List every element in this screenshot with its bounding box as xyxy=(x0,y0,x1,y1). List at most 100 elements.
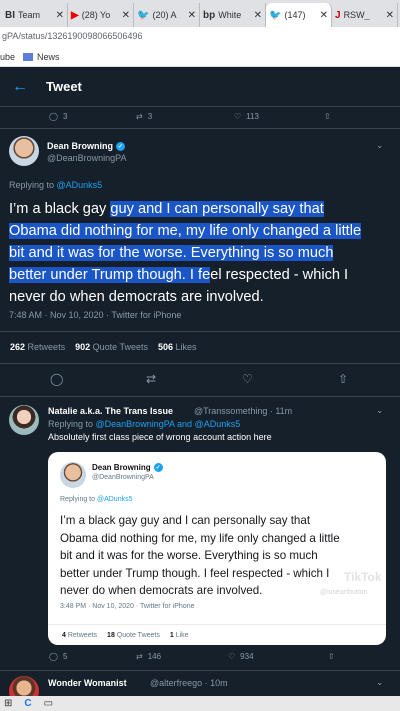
tab-title: Team xyxy=(18,10,41,20)
heart-icon: ♡ xyxy=(228,652,236,661)
retweets-label: Retweets xyxy=(27,342,66,352)
arrow-left-icon[interactable]: ← xyxy=(12,78,28,96)
likes-count: 506 xyxy=(158,342,174,352)
chevron-down-icon[interactable]: ⌄ xyxy=(376,677,384,688)
divider xyxy=(0,670,400,671)
embedded-author-handle: @DeanBrowningPA xyxy=(92,474,154,481)
like-button[interactable]: ♡ 113 xyxy=(234,112,324,121)
browser-app-icon[interactable]: C xyxy=(24,698,31,709)
reply-text: Absolutely first class piece of wrong ac… xyxy=(48,432,272,442)
tab-favicon-icon: J xyxy=(335,9,341,21)
verified-icon: ✓ xyxy=(116,141,126,151)
author-handle[interactable]: @alterfreego · 10m xyxy=(150,678,228,688)
embedded-likes-label: Like xyxy=(175,632,189,639)
browser-tab-2[interactable]: 🐦 (20) A ✕ xyxy=(134,3,200,27)
retweet-icon: ⇄ xyxy=(136,112,143,121)
retweet-icon[interactable]: ⇄ xyxy=(146,372,242,386)
browser-tab-4[interactable]: 🐦 (147) ✕ xyxy=(266,3,332,27)
retweet-icon: ⇄ xyxy=(136,652,143,661)
close-icon[interactable]: ✕ xyxy=(386,10,394,21)
tweet-text-highlight: bit and it was for the worse. Everything… xyxy=(9,245,334,261)
embedded-text-line: I’m a black gay guy and I can personally… xyxy=(60,514,311,527)
news-icon xyxy=(23,52,34,61)
likes-stat[interactable]: 506 Likes xyxy=(158,342,197,352)
close-icon[interactable]: ✕ xyxy=(254,10,262,21)
reply-to-link[interactable]: @DeanBrowningPA and @ADunks5 xyxy=(96,419,241,429)
embedded-reply-prefix: Replying to xyxy=(60,496,97,503)
browser-tab-1[interactable]: ▶ (28) Yo ✕ xyxy=(68,3,134,27)
tweet-text-part: never do when democrats are involved. xyxy=(9,289,264,305)
tweet-text-highlight: guy and I can personally say that xyxy=(110,201,324,217)
divider xyxy=(0,128,400,129)
share-button[interactable]: ⇧ xyxy=(324,112,331,121)
bookmark-item[interactable]: ube xyxy=(0,52,15,62)
avatar[interactable] xyxy=(9,136,39,166)
close-icon[interactable]: ✕ xyxy=(188,10,196,21)
reply-count: 5 xyxy=(62,652,68,661)
divider xyxy=(0,331,400,332)
like-count: 934 xyxy=(240,652,254,661)
quotes-stat[interactable]: 902 Quote Tweets xyxy=(75,342,148,352)
reply-to-prefix: Replying to xyxy=(9,180,57,190)
address-bar[interactable]: gPA/status/1326190098066506496 xyxy=(0,27,400,47)
author-handle[interactable]: @DeanBrowningPA xyxy=(47,153,127,163)
tab-favicon-icon: 🐦 xyxy=(137,9,150,21)
chevron-down-icon[interactable]: ⌄ xyxy=(376,405,384,416)
taskbar-app-icon[interactable]: ▭ xyxy=(44,698,53,709)
avatar[interactable] xyxy=(9,405,39,435)
author-name-text: Dean Browning xyxy=(47,141,114,151)
retweet-button[interactable]: ⇄ 146 xyxy=(136,652,228,661)
reply-to-line: Replying to @DeanBrowningPA and @ADunks5 xyxy=(48,419,240,429)
reply-icon[interactable]: ◯ xyxy=(50,372,146,386)
reply-icon: ◯ xyxy=(49,652,58,661)
tiktok-watermark: ♪ TikTok @iuseartbutton xyxy=(320,545,396,605)
embedded-stats: 4 Retweets 18 Quote Tweets 1 Like xyxy=(62,632,189,639)
browser-tab-0[interactable]: BI Team ✕ xyxy=(2,3,68,27)
bookmarks-bar: ube News xyxy=(0,47,400,67)
embedded-retweets-label: Retweets xyxy=(67,632,98,639)
reply-tweet-actions: ◯ 5 ⇄ 146 ♡ 934 ⇧ xyxy=(49,652,379,661)
tweet-text-highlight: Obama did nothing for me, my life only c… xyxy=(9,223,362,239)
tweet-text-part: el respected - which I xyxy=(210,267,349,283)
embedded-quotes-count: 18 xyxy=(107,632,115,639)
reply-to-prefix: Replying to xyxy=(48,419,96,429)
reply-to-link[interactable]: @ADunks5 xyxy=(57,180,103,190)
windows-start-icon[interactable]: ⊞ xyxy=(4,698,12,709)
retweets-stat[interactable]: 262 Retweets xyxy=(10,342,65,352)
reply-button[interactable]: ◯ 3 xyxy=(49,112,136,121)
share-button[interactable]: ⇧ xyxy=(328,652,335,661)
browser-tab-bar: BI Team ✕ ▶ (28) Yo ✕ 🐦 (20) A ✕ bp White ✕ 🐦 (14… xyxy=(0,0,400,27)
like-button[interactable]: ♡ 934 xyxy=(228,652,328,661)
embedded-likes-count: 1 xyxy=(169,632,174,639)
browser-tab-3[interactable]: bp White ✕ xyxy=(200,3,266,27)
author-handle[interactable]: @Transsomething · 11m xyxy=(194,406,292,416)
embedded-retweets-count: 4 xyxy=(62,632,66,639)
tweet-timestamp[interactable]: 7:48 AM · Nov 10, 2020 · Twitter for iPh… xyxy=(9,310,181,320)
author-name[interactable]: Wonder Womanist xyxy=(48,678,127,688)
main-tweet-actions: ◯ ⇄ ♡ ⇧ xyxy=(50,372,348,386)
author-name[interactable]: Dean Browning ✓ xyxy=(47,141,126,151)
tiktok-wordmark: TikTok xyxy=(344,570,382,584)
author-name[interactable]: Natalie a.k.a. The Trans Issue xyxy=(48,406,173,416)
chevron-down-icon[interactable]: ⌄ xyxy=(376,140,384,151)
reply-count: 3 xyxy=(62,112,68,121)
tab-favicon-icon: ▶ xyxy=(71,9,79,21)
retweets-count: 262 xyxy=(10,342,26,352)
close-icon[interactable]: ✕ xyxy=(56,10,64,21)
tweet-text: I’m a black gay guy and I can personally… xyxy=(9,198,394,308)
bookmark-label: News xyxy=(37,51,60,62)
tiktok-username: @iuseartbutton xyxy=(320,589,368,596)
share-icon: ⇧ xyxy=(324,112,331,121)
like-count: 113 xyxy=(246,112,259,121)
bookmark-news[interactable]: News xyxy=(23,52,60,62)
share-icon[interactable]: ⇧ xyxy=(338,372,348,386)
quotes-count: 902 xyxy=(75,342,91,352)
close-icon[interactable]: ✕ xyxy=(122,10,130,21)
tab-title: (20) A xyxy=(152,10,177,20)
reply-button[interactable]: ◯ 5 xyxy=(49,652,136,661)
divider xyxy=(48,624,386,625)
close-icon[interactable]: ✕ xyxy=(320,10,328,21)
browser-tab-5[interactable]: J RSW_ ✕ xyxy=(332,3,398,27)
retweet-button[interactable]: ⇄ 3 xyxy=(136,112,234,121)
heart-icon[interactable]: ♡ xyxy=(242,372,338,386)
